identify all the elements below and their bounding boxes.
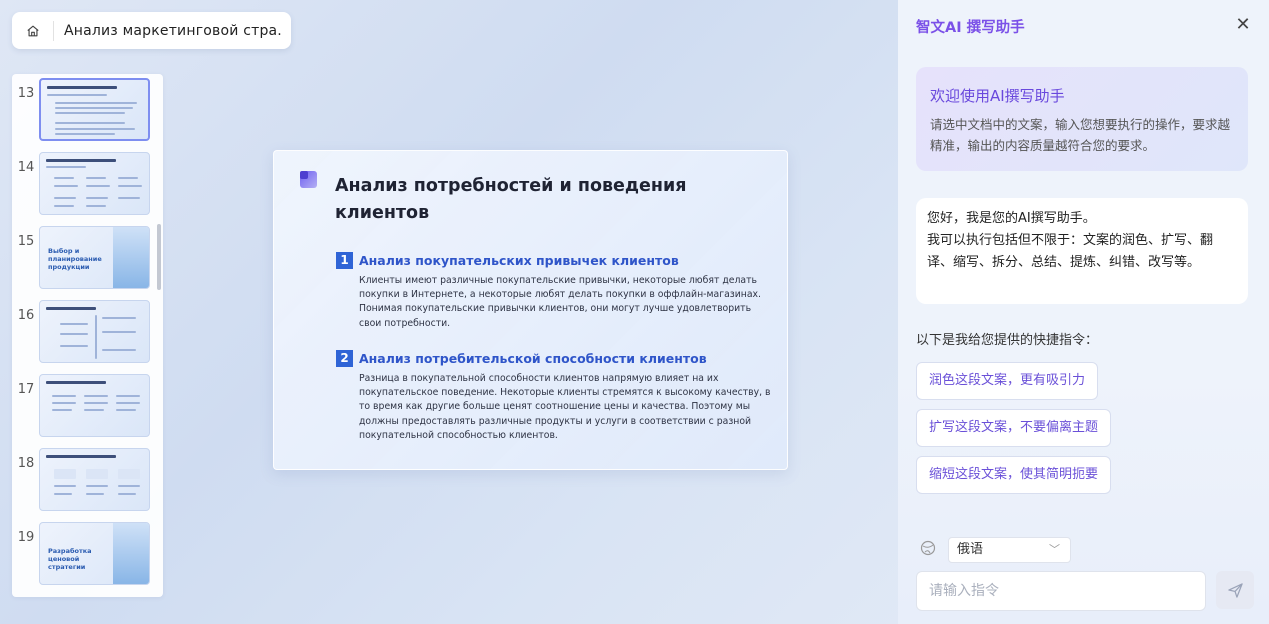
thumbnail-15[interactable]: 15 Выбор и планирование продукции [12, 226, 163, 292]
thumbnail-label: Выбор и планирование продукции [48, 247, 102, 271]
ai-assistant-panel: 智文AI 撰写助手 ✕ 欢迎使用AI撰写助手 请选中文档中的文案，输入您想要执行… [898, 0, 1269, 624]
section-body: Разница в покупательной способности клие… [359, 373, 771, 441]
thumbnail-17[interactable]: 17 [12, 374, 163, 440]
slide-canvas[interactable]: Анализ потребностей и поведения клиентов… [273, 150, 788, 470]
command-expand-button[interactable]: 扩写这段文案，不要偏离主题 [916, 409, 1112, 447]
thumbnail-16[interactable]: 16 [12, 300, 163, 366]
chevron-down-icon: ﹀ [1049, 543, 1060, 556]
thumbnail-card[interactable] [39, 300, 150, 363]
thumbnail-number: 17 [17, 382, 35, 397]
document-title[interactable]: Анализ маркетинговой стра... [64, 23, 281, 39]
thumbnail-number: 19 [17, 530, 35, 545]
thumbnail-14[interactable]: 14 [12, 152, 163, 218]
greeting-message: 您好，我是您的AI撰写助手。 我可以执行包括但不限于：文案的润色、扩写、翻译、缩… [916, 198, 1248, 304]
thumbnail-card[interactable]: Выбор и планирование продукции [39, 226, 150, 289]
command-shorten-button[interactable]: 缩短这段文案，使其简明扼要 [916, 456, 1112, 494]
greeting-text: 您好，我是您的AI撰写助手。 我可以执行包括但不限于：文案的润色、扩写、翻译、缩… [927, 211, 1214, 270]
slide-section-1: 1 Анализ покупательских привычек клиентов… [336, 250, 776, 331]
welcome-card: 欢迎使用AI撰写助手 请选中文档中的文案，输入您想要执行的操作，要求越精准，输出… [916, 67, 1248, 171]
thumbnail-19[interactable]: 19 Разработка ценовой стратегии [12, 522, 163, 588]
translate-icon [920, 540, 936, 556]
thumbnail-number: 13 [17, 86, 35, 101]
section-number: 1 [336, 252, 353, 269]
shortcut-title: 以下是我给您提供的快捷指令： [916, 333, 1099, 348]
thumbnails-scrollbar[interactable] [157, 224, 161, 290]
thumbnail-card[interactable] [39, 374, 150, 437]
section-title: Анализ потребительской способности клиен… [359, 351, 707, 366]
thumbnail-card[interactable] [39, 78, 150, 141]
slide-section-2: 2 Анализ потребительской способности клие… [336, 348, 776, 443]
command-polish-button[interactable]: 润色这段文案，更有吸引力 [916, 362, 1099, 400]
thumbnail-number: 16 [17, 308, 35, 323]
thumbnail-number: 15 [17, 234, 35, 249]
language-value: 俄语 [957, 542, 984, 557]
thumbnail-13[interactable]: 13 [12, 78, 163, 144]
send-icon [1227, 582, 1243, 598]
welcome-text: 请选中文档中的文案，输入您想要执行的操作，要求越精准，输出的内容质量越符合您的要… [930, 117, 1231, 153]
thumbnail-18[interactable]: 18 [12, 448, 163, 514]
slide-thumbnails-panel: 13 14 15 Выбор и планирование продукции … [12, 74, 163, 597]
section-number: 2 [336, 350, 353, 367]
thumbnail-card[interactable] [39, 152, 150, 215]
thumbnail-number: 14 [17, 160, 35, 175]
prompt-input[interactable] [916, 571, 1206, 611]
ai-panel-title: 智文AI 撰写助手 [916, 20, 1025, 36]
document-title-bar: Анализ маркетинговой стра... [12, 12, 291, 49]
section-body: Клиенты имеют различные покупательские п… [359, 275, 762, 329]
thumbnail-card[interactable]: Разработка ценовой стратегии [39, 522, 150, 585]
send-button[interactable] [1216, 571, 1254, 609]
thumbnail-card[interactable] [39, 448, 150, 511]
close-icon[interactable]: ✕ [1233, 15, 1253, 35]
home-icon[interactable] [22, 20, 43, 42]
thumbnail-number: 18 [17, 456, 35, 471]
welcome-title: 欢迎使用AI撰写助手 [930, 87, 1065, 105]
divider [53, 20, 54, 41]
section-title: Анализ покупательских привычек клиентов [359, 253, 679, 268]
slide-logo-icon [300, 171, 317, 188]
thumbnail-label: Разработка ценовой стратегии [48, 547, 92, 571]
slide-heading: Анализ потребностей и поведения клиентов [335, 176, 687, 223]
language-select[interactable]: 俄语 ﹀ [948, 537, 1071, 563]
